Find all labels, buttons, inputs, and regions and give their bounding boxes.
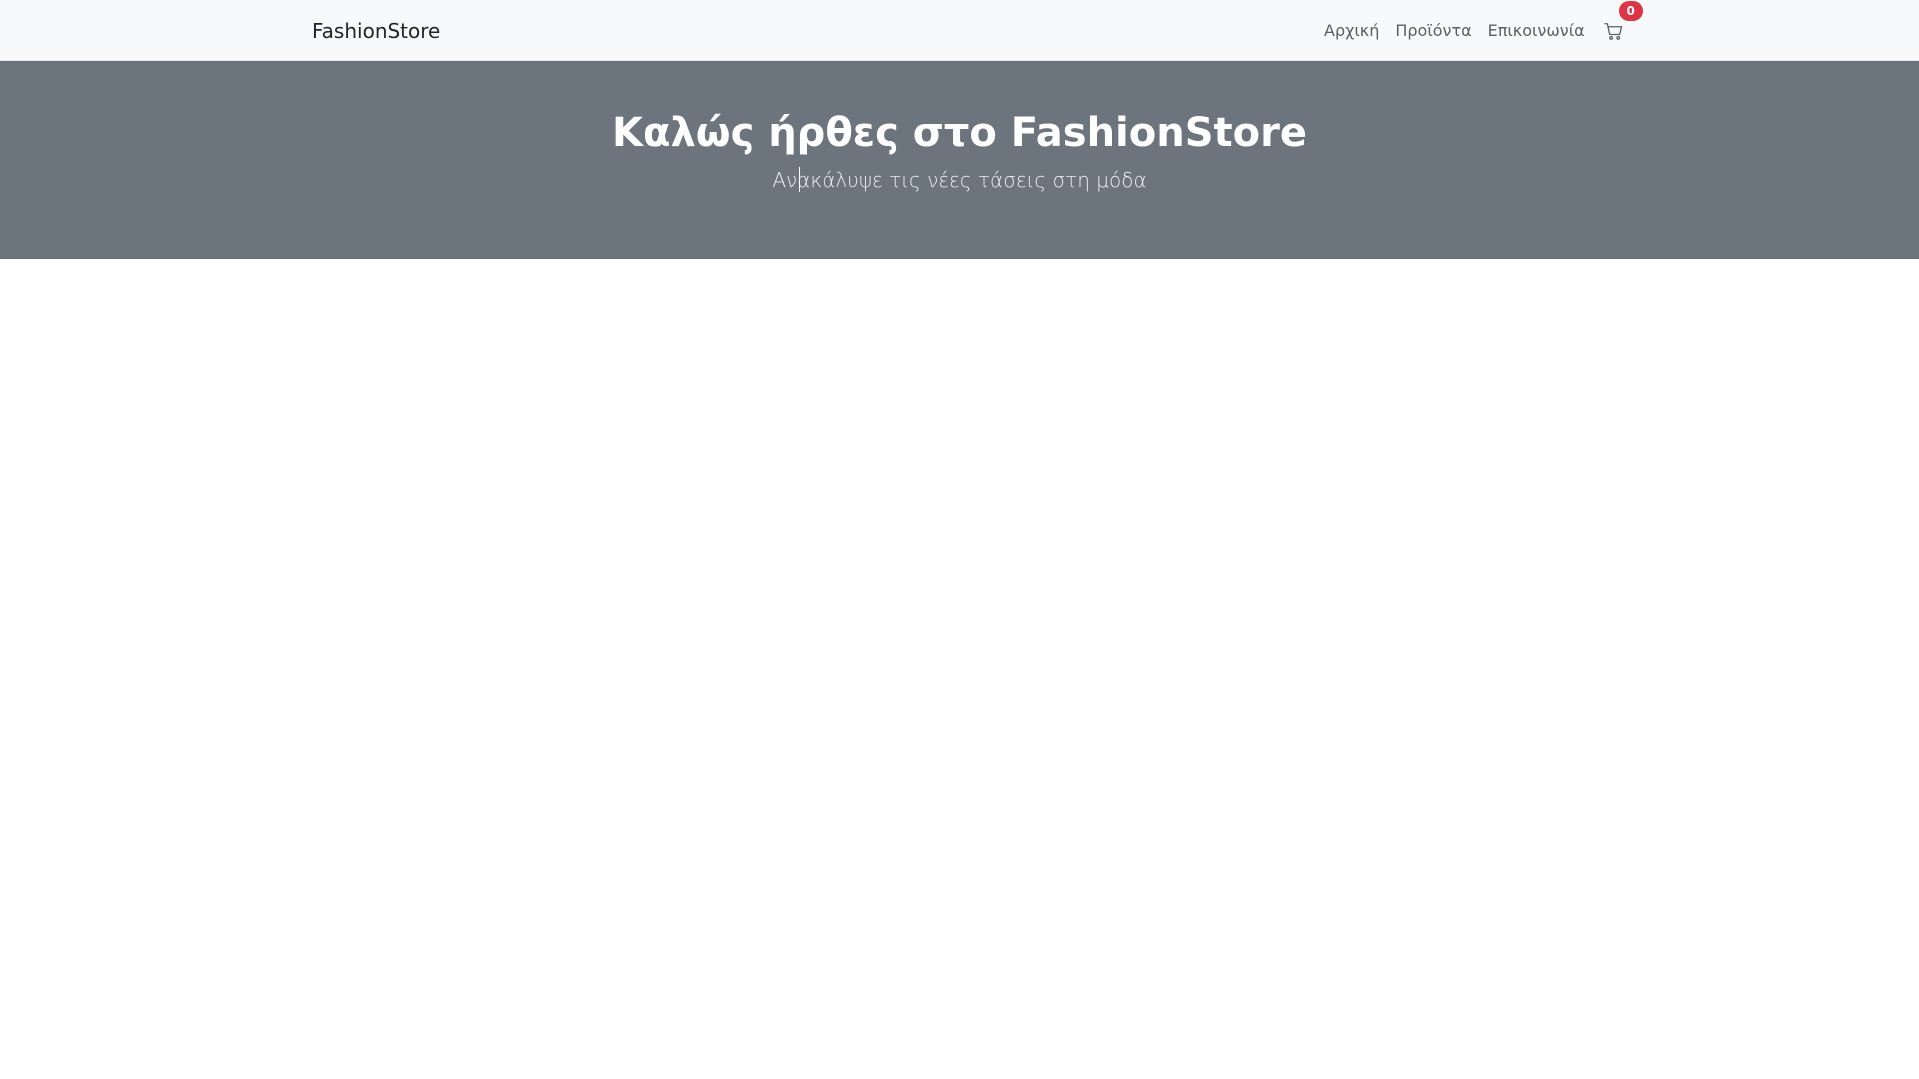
- nav-link-home[interactable]: Αρχική: [1324, 18, 1379, 44]
- cart-icon: [1604, 22, 1623, 41]
- main-content: [0, 259, 1919, 1079]
- brand-logo-link[interactable]: FashionStore: [312, 17, 440, 45]
- nav-link-contact[interactable]: Επικοινωνία: [1488, 18, 1585, 44]
- cart-count-badge: 0: [1618, 1, 1643, 21]
- nav-link-products[interactable]: Προϊόντα: [1395, 18, 1471, 44]
- navbar: FashionStore Αρχική Προϊόντα Επικοινωνία…: [0, 0, 1919, 61]
- text-cursor: [799, 167, 800, 192]
- hero-title: Καλώς ήρθες στο FashionStore: [612, 110, 1307, 156]
- hero-subtitle: Ανακάλυψε τις νέες τάσεις στη μόδα: [772, 168, 1147, 192]
- cart-button[interactable]: 0: [1603, 1, 1643, 44]
- nav-links: Αρχική Προϊόντα Επικοινωνία 0: [1324, 1, 1643, 44]
- hero-banner: Καλώς ήρθες στο FashionStore Ανακάλυψε τ…: [0, 61, 1919, 259]
